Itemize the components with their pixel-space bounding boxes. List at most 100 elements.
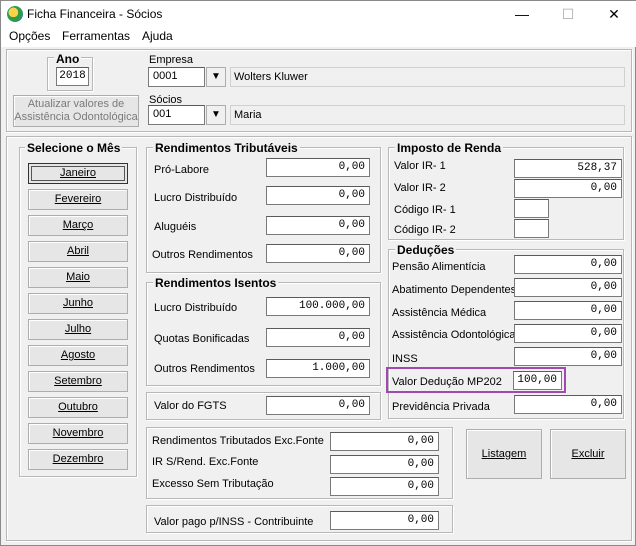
socio-name-field: Maria <box>230 105 625 125</box>
ano-input[interactable]: 2018 <box>56 67 89 86</box>
rend-trib-fonte-label: Rendimentos Tributados Exc.Fonte <box>152 435 324 447</box>
month-label: Novembro <box>52 427 104 439</box>
menu-bar: Opções Ferramentas Ajuda <box>1 27 636 47</box>
pensao-input[interactable]: 0,00 <box>514 255 622 274</box>
ir2-input[interactable]: 0,00 <box>514 179 622 198</box>
quotas-label: Quotas Bonificadas <box>154 333 250 345</box>
main-window: Ficha Financeira - Sócios — ☐ ✕ Opções F… <box>0 0 636 546</box>
month-button-julho[interactable]: Julho <box>28 319 128 340</box>
month-label: Março <box>62 219 94 231</box>
month-label: Setembro <box>54 375 102 387</box>
month-button-setembro[interactable]: Setembro <box>28 371 128 392</box>
lucro-isento-label: Lucro Distribuído <box>154 302 238 314</box>
inss-contrib-label: Valor pago p/INSS - Contribuinte <box>154 516 314 528</box>
pensao-label: Pensão Alimentícia <box>392 261 486 273</box>
chevron-down-icon: ▼ <box>211 71 221 82</box>
month-label: Agosto <box>60 349 96 361</box>
odonto-input[interactable]: 0,00 <box>514 324 622 343</box>
update-odonto-line2: Assistência Odontológica <box>14 111 138 123</box>
month-label: Abril <box>66 245 89 257</box>
excluir-button[interactable]: Excluir <box>550 429 626 479</box>
month-button-fevereiro[interactable]: Fevereiro <box>28 189 128 210</box>
outros-trib-input[interactable]: 0,00 <box>266 244 370 263</box>
update-odonto-button[interactable]: Atualizar valores de Assistência Odontol… <box>13 95 139 127</box>
month-panel-title: Selecione o Mês <box>25 141 123 155</box>
month-button-maio[interactable]: Maio <box>28 267 128 288</box>
pro-labore-label: Pró-Labore <box>154 164 210 176</box>
fgts-label: Valor do FGTS <box>154 400 227 412</box>
month-button-marco[interactable]: Março <box>28 215 128 236</box>
listagem-button[interactable]: Listagem <box>466 429 542 479</box>
imposto-title: Imposto de Renda <box>395 141 504 155</box>
outros-isento-label: Outros Rendimentos <box>154 363 255 375</box>
month-label: Junho <box>63 297 93 309</box>
month-button-abril[interactable]: Abril <box>28 241 128 262</box>
medica-label: Assistência Médica <box>392 307 487 319</box>
quotas-input[interactable]: 0,00 <box>266 328 370 347</box>
ir2-label: Valor IR- 2 <box>394 182 446 194</box>
outros-isento-input[interactable]: 1.000,00 <box>266 359 370 378</box>
socio-code-input[interactable]: 001 <box>148 105 205 125</box>
inss-contrib-input[interactable]: 0,00 <box>330 511 439 530</box>
excesso-input[interactable]: 0,00 <box>330 477 439 496</box>
ano-label: Ano <box>54 52 82 66</box>
mp202-input[interactable]: 100,00 <box>513 371 562 390</box>
month-label: Dezembro <box>52 453 104 465</box>
cod2-label: Código IR- 2 <box>394 224 456 236</box>
listagem-label: Listagem <box>481 448 527 460</box>
month-label: Maio <box>66 271 90 283</box>
app-icon <box>7 6 23 22</box>
title-bar: Ficha Financeira - Sócios — ☐ ✕ <box>1 1 636 27</box>
alugueis-input[interactable]: 0,00 <box>266 216 370 235</box>
close-button[interactable]: ✕ <box>591 1 636 27</box>
previdencia-input[interactable]: 0,00 <box>514 395 622 414</box>
fgts-input[interactable]: 0,00 <box>266 396 370 415</box>
maximize-button[interactable]: ☐ <box>545 1 591 27</box>
ir1-label: Valor IR- 1 <box>394 160 446 172</box>
alugueis-label: Aluguéis <box>154 221 197 233</box>
month-label: Outubro <box>58 401 98 413</box>
month-button-agosto[interactable]: Agosto <box>28 345 128 366</box>
socio-dropdown-button[interactable]: ▼ <box>206 105 226 125</box>
cod2-input[interactable] <box>514 219 549 238</box>
lucro-trib-input[interactable]: 0,00 <box>266 186 370 205</box>
ir1-input[interactable]: 528,37 <box>514 159 622 178</box>
update-odonto-line1: Atualizar valores de <box>27 98 125 110</box>
cod1-input[interactable] <box>514 199 549 218</box>
pro-labore-input[interactable]: 0,00 <box>266 158 370 177</box>
chevron-down-icon: ▼ <box>211 109 221 120</box>
abatimento-label: Abatimento Dependentes <box>392 284 517 296</box>
minimize-button[interactable]: — <box>499 1 545 27</box>
excesso-label: Excesso Sem Tributação <box>152 478 274 490</box>
empresa-code-input[interactable]: 0001 <box>148 67 205 87</box>
month-label: Julho <box>64 323 92 335</box>
inss-label: INSS <box>392 353 418 365</box>
empresa-name-field: Wolters Kluwer <box>230 67 625 87</box>
outros-trib-label: Outros Rendimentos <box>152 249 253 261</box>
deducoes-title: Deduções <box>395 243 457 257</box>
medica-input[interactable]: 0,00 <box>514 301 622 320</box>
month-label: Fevereiro <box>54 193 102 205</box>
month-button-janeiro[interactable]: Janeiro <box>28 163 128 184</box>
menu-ajuda[interactable]: Ajuda <box>142 29 173 43</box>
cod1-label: Código IR- 1 <box>394 204 456 216</box>
month-button-dezembro[interactable]: Dezembro <box>28 449 128 470</box>
excluir-label: Excluir <box>571 448 605 460</box>
menu-ferramentas[interactable]: Ferramentas <box>62 29 130 43</box>
lucro-isento-input[interactable]: 100.000,00 <box>266 297 370 316</box>
window-title: Ficha Financeira - Sócios <box>27 7 163 21</box>
isentos-title: Rendimentos Isentos <box>153 276 279 290</box>
empresa-label: Empresa <box>149 54 194 66</box>
menu-opcoes[interactable]: Opções <box>9 29 50 43</box>
abatimento-input[interactable]: 0,00 <box>514 278 622 297</box>
inss-input[interactable]: 0,00 <box>514 347 622 366</box>
month-button-novembro[interactable]: Novembro <box>28 423 128 444</box>
empresa-dropdown-button[interactable]: ▼ <box>206 67 226 87</box>
odonto-label: Assistência Odontológica <box>392 329 516 341</box>
month-button-outubro[interactable]: Outubro <box>28 397 128 418</box>
mp202-label: Valor Dedução MP202 <box>392 376 502 388</box>
ir-fonte-input[interactable]: 0,00 <box>330 455 439 474</box>
month-button-junho[interactable]: Junho <box>28 293 128 314</box>
month-label: Janeiro <box>59 167 97 179</box>
rend-trib-fonte-input[interactable]: 0,00 <box>330 432 439 451</box>
